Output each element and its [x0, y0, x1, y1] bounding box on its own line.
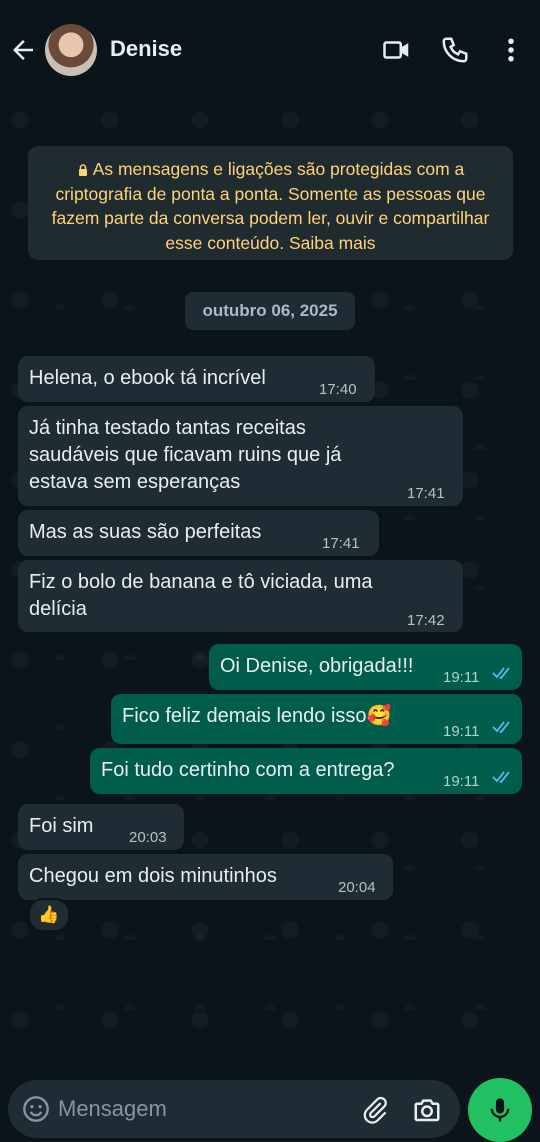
message-time: 19:11	[443, 669, 480, 686]
message-bubble-outgoing[interactable]: Foi tudo certinho com a entrega? 19:11	[90, 748, 522, 794]
read-receipt-icon	[492, 721, 510, 734]
message-bubble-incoming[interactable]: Já tinha testado tantas receitas saudáve…	[18, 406, 463, 506]
camera-icon[interactable]	[412, 1095, 442, 1125]
message-bubble-incoming[interactable]: Helena, o ebook tá incrível 17:40	[18, 356, 375, 402]
more-options-icon[interactable]	[496, 35, 526, 65]
message-bubble-incoming[interactable]: Chegou em dois minutinhos 20:04	[18, 854, 393, 900]
message-time: 19:11	[443, 773, 480, 790]
back-arrow-icon[interactable]	[8, 35, 38, 65]
mic-icon	[490, 1098, 510, 1122]
encryption-notice[interactable]: As mensagens e ligações são protegidas c…	[28, 146, 513, 260]
message-bubble-incoming[interactable]: Mas as suas são perfeitas 17:41	[18, 510, 379, 556]
message-bubble-outgoing[interactable]: Fico feliz demais lendo isso🥰 19:11	[111, 694, 522, 744]
encryption-notice-text: As mensagens e ligações são protegidas c…	[51, 159, 490, 253]
message-text: Oi Denise, obrigada!!!	[220, 655, 414, 677]
message-time: 19:11	[443, 723, 480, 740]
message-time: 17:42	[407, 612, 445, 629]
message-text: Já tinha testado tantas receitas saudáve…	[29, 417, 342, 493]
attach-icon[interactable]	[360, 1095, 390, 1125]
message-text: Foi tudo certinho com a entrega?	[101, 759, 395, 781]
message-text: Fiz o bolo de banana e tô viciada, uma d…	[29, 571, 373, 620]
message-reaction[interactable]: 👍	[28, 898, 70, 932]
chat-header: Denise	[0, 0, 540, 100]
message-time: 17:40	[319, 381, 357, 398]
message-text: Fico feliz demais lendo isso🥰	[122, 705, 392, 727]
video-call-icon[interactable]	[382, 35, 412, 65]
message-text: Foi sim	[29, 815, 94, 837]
message-bubble-incoming[interactable]: Fiz o bolo de banana e tô viciada, uma d…	[18, 560, 463, 632]
date-separator: outubro 06, 2025	[185, 292, 355, 330]
message-time: 17:41	[322, 535, 360, 552]
emoji-icon[interactable]	[22, 1095, 50, 1123]
message-time: 17:41	[407, 485, 445, 502]
contact-name[interactable]: Denise	[110, 36, 182, 62]
message-bubble-incoming[interactable]: Foi sim 20:03	[18, 804, 184, 850]
message-text: Chegou em dois minutinhos	[29, 865, 277, 887]
message-time: 20:03	[129, 829, 167, 846]
message-time: 20:04	[338, 879, 376, 896]
contact-avatar[interactable]	[45, 24, 97, 76]
lock-icon	[78, 164, 87, 176]
message-bubble-outgoing[interactable]: Oi Denise, obrigada!!! 19:11	[209, 644, 522, 690]
read-receipt-icon	[492, 667, 510, 680]
message-input-placeholder[interactable]: Mensagem	[58, 1096, 167, 1122]
read-receipt-icon	[492, 771, 510, 784]
phone-icon[interactable]	[440, 35, 470, 65]
voice-message-button[interactable]	[468, 1078, 532, 1142]
message-text: Helena, o ebook tá incrível	[29, 367, 266, 389]
message-text: Mas as suas são perfeitas	[29, 521, 262, 543]
